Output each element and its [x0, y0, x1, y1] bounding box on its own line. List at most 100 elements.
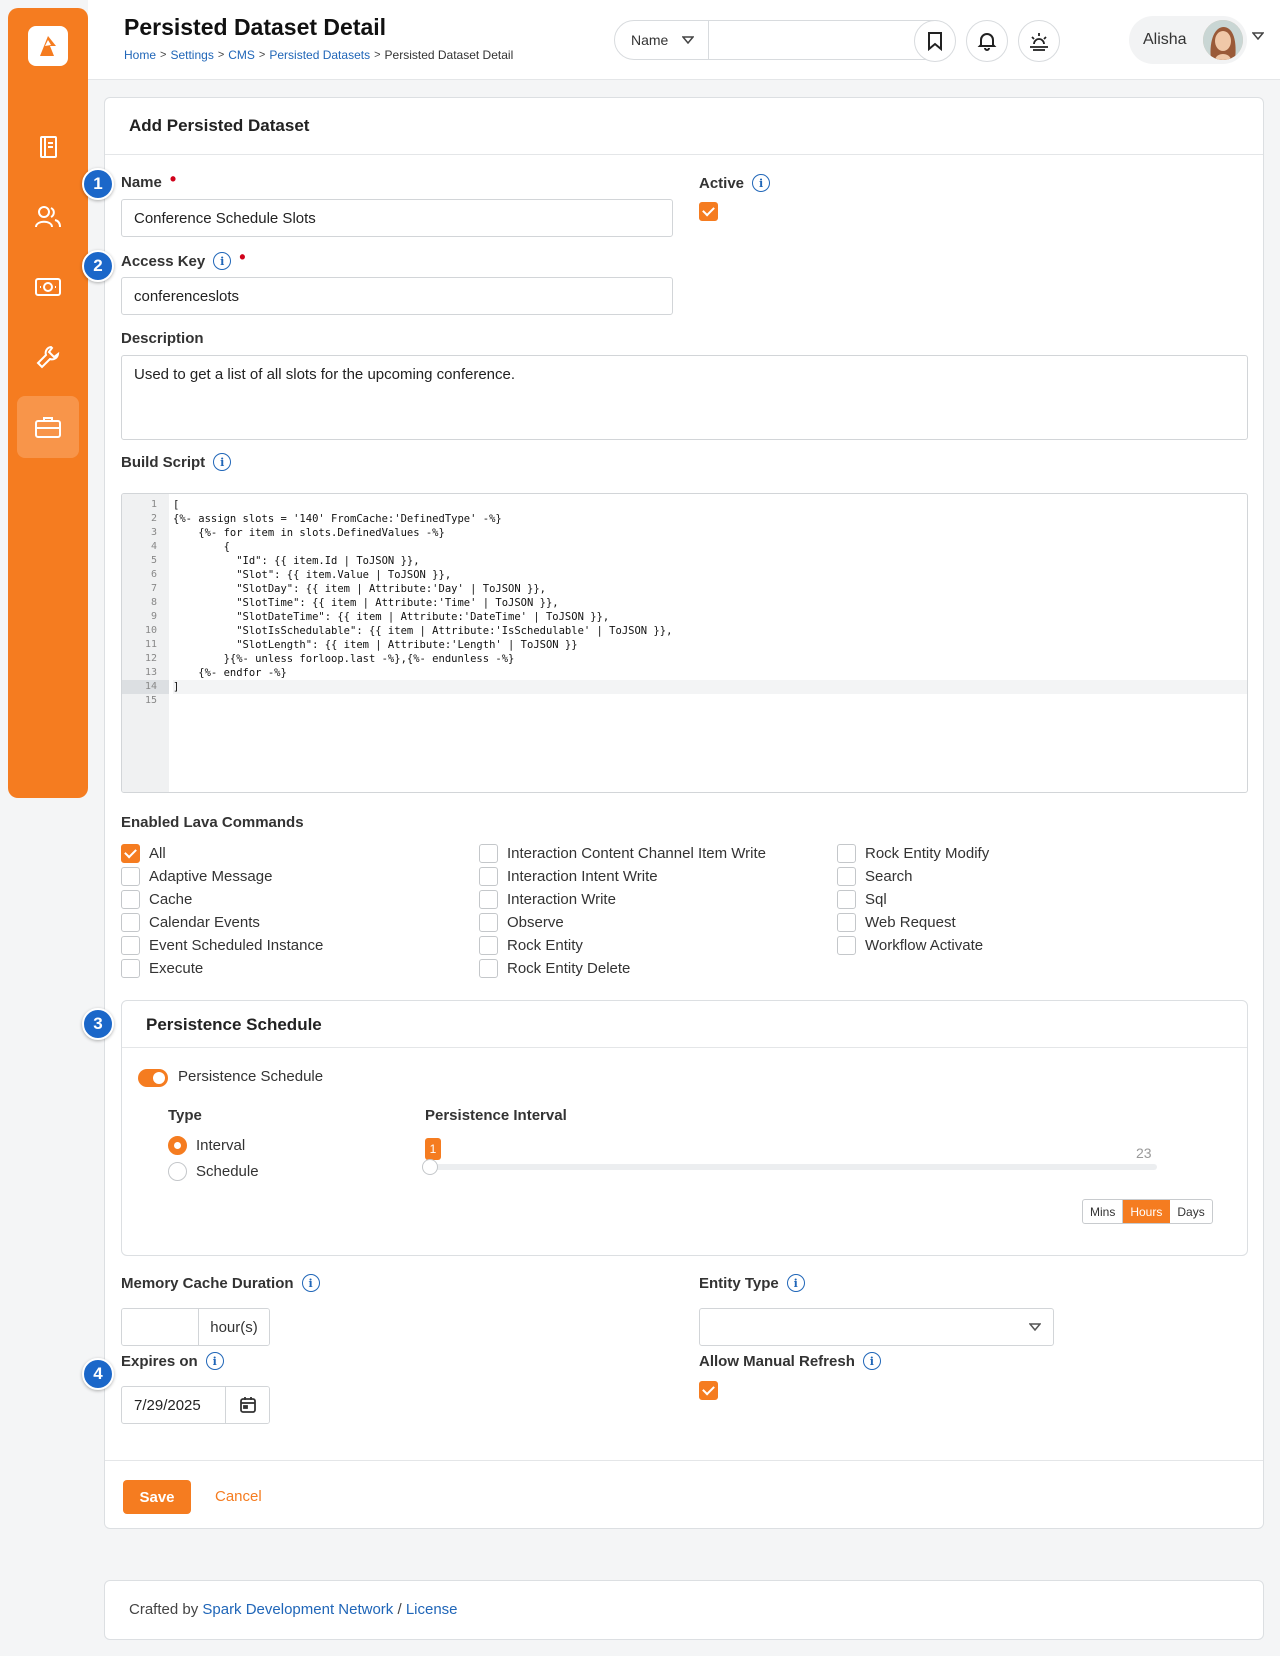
- lava-command-label: Observe: [507, 914, 564, 931]
- persistence-schedule-toggle[interactable]: [138, 1069, 168, 1087]
- info-icon[interactable]: i: [862, 1352, 881, 1370]
- lava-command-event-scheduled-instance[interactable]: Event Scheduled Instance: [121, 936, 323, 955]
- breadcrumb-settings[interactable]: Settings: [170, 48, 213, 62]
- lava-command-rock-entity-delete[interactable]: Rock Entity Delete: [479, 959, 630, 978]
- checkbox[interactable]: [121, 844, 140, 863]
- interval-unit-group: Mins Hours Days: [1082, 1199, 1213, 1224]
- spark-link[interactable]: Spark Development Network: [202, 1601, 393, 1618]
- active-checkbox[interactable]: [699, 202, 718, 221]
- unit-days-button[interactable]: Days: [1170, 1200, 1211, 1223]
- code-line: {%- for item in slots.DefinedValues -%}: [173, 527, 445, 539]
- checkbox[interactable]: [837, 867, 856, 886]
- checkbox[interactable]: [837, 936, 856, 955]
- callout-badge-2: 2: [82, 250, 114, 282]
- sidebar-item-people[interactable]: [17, 186, 79, 248]
- callout-badge-3: 3: [82, 1008, 114, 1040]
- lava-command-all[interactable]: All: [121, 844, 166, 863]
- search-type-select[interactable]: Name: [615, 21, 709, 59]
- lava-command-observe[interactable]: Observe: [479, 913, 564, 932]
- description-field[interactable]: Used to get a list of all slots for the …: [121, 355, 1248, 440]
- cancel-button[interactable]: Cancel: [215, 1488, 262, 1505]
- unit-hours-button[interactable]: Hours: [1123, 1200, 1171, 1223]
- checkbox[interactable]: [837, 844, 856, 863]
- checkbox[interactable]: [479, 936, 498, 955]
- lava-command-interaction-content-channel-item-write[interactable]: Interaction Content Channel Item Write: [479, 844, 766, 863]
- lava-command-interaction-intent-write[interactable]: Interaction Intent Write: [479, 867, 658, 886]
- lava-command-label: Search: [865, 868, 913, 885]
- name-field[interactable]: Conference Schedule Slots: [121, 199, 673, 237]
- manual-refresh-checkbox[interactable]: [699, 1381, 718, 1400]
- info-icon[interactable]: i: [213, 252, 232, 270]
- info-icon[interactable]: i: [786, 1274, 805, 1292]
- info-icon[interactable]: i: [752, 174, 771, 192]
- lava-command-calendar-events[interactable]: Calendar Events: [121, 913, 260, 932]
- entity-type-select[interactable]: [699, 1308, 1054, 1346]
- lava-command-interaction-write[interactable]: Interaction Write: [479, 890, 616, 909]
- checkbox[interactable]: [479, 867, 498, 886]
- unit-mins-button[interactable]: Mins: [1083, 1200, 1124, 1223]
- lava-command-rock-entity-modify[interactable]: Rock Entity Modify: [837, 844, 989, 863]
- lava-commands-label: Enabled Lava Commands: [121, 814, 304, 831]
- lava-command-rock-entity[interactable]: Rock Entity: [479, 936, 583, 955]
- notifications-button[interactable]: [966, 20, 1008, 62]
- chevron-down-icon[interactable]: [1252, 32, 1264, 40]
- type-option-interval[interactable]: Interval: [168, 1136, 245, 1155]
- sidebar-item-admin[interactable]: [17, 396, 79, 458]
- checkbox[interactable]: [837, 890, 856, 909]
- access-key-field[interactable]: conferenceslots: [121, 277, 673, 315]
- breadcrumb-persisted-datasets[interactable]: Persisted Datasets: [269, 48, 370, 62]
- lava-command-sql[interactable]: Sql: [837, 890, 887, 909]
- sidebar-item-tools[interactable]: [17, 326, 79, 388]
- user-menu[interactable]: Alisha: [1129, 16, 1247, 64]
- line-number: 12: [144, 653, 157, 664]
- radio-button[interactable]: [168, 1136, 187, 1155]
- lava-command-web-request[interactable]: Web Request: [837, 913, 956, 932]
- interval-slider-handle[interactable]: [422, 1159, 438, 1175]
- checkbox[interactable]: [479, 890, 498, 909]
- checkbox[interactable]: [837, 913, 856, 932]
- wrench-icon: [36, 345, 60, 369]
- lava-command-execute[interactable]: Execute: [121, 959, 203, 978]
- code-line: [: [173, 499, 180, 511]
- bell-icon: [977, 33, 997, 51]
- save-button[interactable]: Save: [123, 1480, 191, 1514]
- lava-command-cache[interactable]: Cache: [121, 890, 192, 909]
- checkbox[interactable]: [121, 959, 140, 978]
- divider: [105, 154, 1263, 155]
- memory-cache-field[interactable]: [122, 1309, 198, 1345]
- type-option-schedule[interactable]: Schedule: [168, 1162, 259, 1181]
- checkbox[interactable]: [121, 890, 140, 909]
- checkbox[interactable]: [121, 936, 140, 955]
- slider-max-label: 23: [1136, 1145, 1152, 1161]
- info-icon[interactable]: i: [213, 453, 232, 471]
- checkbox[interactable]: [479, 959, 498, 978]
- line-number: 4: [150, 541, 157, 552]
- checkbox[interactable]: [479, 844, 498, 863]
- bookmark-button[interactable]: [914, 20, 956, 62]
- breadcrumb-cms[interactable]: CMS: [228, 48, 255, 62]
- license-link[interactable]: License: [406, 1601, 458, 1618]
- theme-toggle-button[interactable]: [1018, 20, 1060, 62]
- code-lines: [{%- assign slots = '140' FromCache:'Def…: [173, 494, 1247, 708]
- sidebar-item-finance[interactable]: [17, 256, 79, 318]
- interval-slider-track[interactable]: [427, 1164, 1157, 1170]
- info-icon[interactable]: i: [301, 1274, 320, 1292]
- checkbox[interactable]: [479, 913, 498, 932]
- breadcrumb-home[interactable]: Home: [124, 48, 156, 62]
- checkbox[interactable]: [121, 913, 140, 932]
- type-label: Type: [168, 1107, 202, 1124]
- lava-command-workflow-activate[interactable]: Workflow Activate: [837, 936, 983, 955]
- checkbox[interactable]: [121, 867, 140, 886]
- sidebar-item-book[interactable]: [17, 116, 79, 178]
- info-icon[interactable]: i: [205, 1352, 224, 1370]
- user-name: Alisha: [1143, 31, 1187, 48]
- radio-button[interactable]: [168, 1162, 187, 1181]
- calendar-button[interactable]: [225, 1387, 269, 1423]
- rock-logo-icon[interactable]: [28, 26, 68, 66]
- lava-command-adaptive-message[interactable]: Adaptive Message: [121, 867, 272, 886]
- lava-command-label: Sql: [865, 891, 887, 908]
- lava-command-search[interactable]: Search: [837, 867, 913, 886]
- expires-date-field[interactable]: 7/29/2025: [122, 1387, 225, 1423]
- expires-label: Expires on i: [121, 1352, 224, 1370]
- build-script-editor[interactable]: 1 2 3 4 5 6 7 8 9 10 11 12 13 14 15 [{%- assign slots …: [121, 493, 1248, 793]
